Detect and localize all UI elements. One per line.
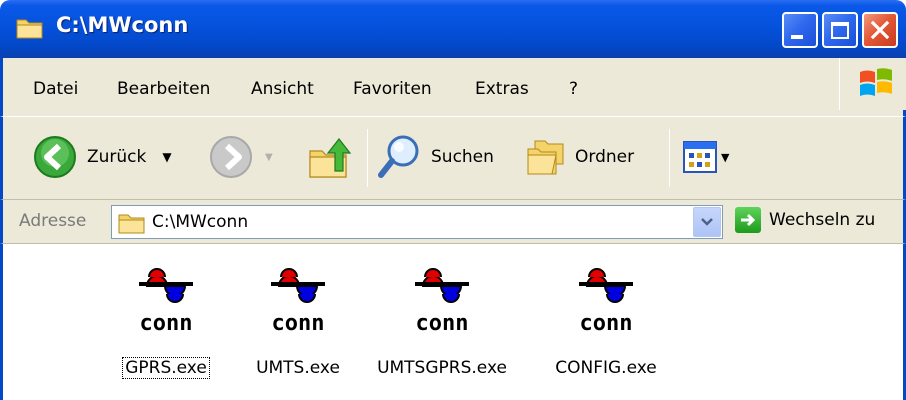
file-name: CONFIG.exe	[555, 358, 657, 378]
maximize-button[interactable]	[822, 12, 858, 48]
title-bar[interactable]: C:\MWconn	[0, 0, 906, 58]
views-icon	[683, 141, 717, 173]
menu-extras[interactable]: Extras	[475, 79, 529, 99]
up-folder-button[interactable]	[307, 133, 353, 181]
address-label: Adresse	[19, 211, 87, 231]
search-button[interactable]: Suchen	[377, 133, 494, 181]
address-value: C:\MWconn	[152, 212, 249, 232]
minimize-icon	[791, 35, 803, 39]
views-button[interactable]: ▼	[683, 141, 729, 173]
back-label: Zurück	[87, 147, 147, 167]
svg-text:conn: conn	[580, 311, 633, 336]
file-item[interactable]: conn UMTSGPRS.exe	[367, 260, 517, 390]
minimize-button[interactable]	[782, 12, 818, 48]
file-item[interactable]: conn GPRS.exe	[91, 260, 241, 390]
toolbar: Zurück ▼ ▼ Suchen Ordner ▼	[0, 116, 906, 200]
mwconn-app-icon: conn	[415, 268, 469, 336]
file-name: UMTSGPRS.exe	[377, 358, 507, 378]
svg-text:conn: conn	[416, 311, 469, 336]
menu-bearbeiten[interactable]: Bearbeiten	[117, 79, 210, 99]
back-arrow-icon	[34, 136, 76, 178]
svg-text:conn: conn	[140, 311, 193, 336]
folder-up-icon	[309, 138, 352, 178]
menu-bar: Datei Bearbeiten Ansicht Favoriten Extra…	[0, 58, 906, 116]
folder-icon	[16, 19, 43, 39]
go-arrow-icon	[735, 207, 761, 233]
address-bar: Adresse C:\MWconn Wechseln zu	[0, 200, 906, 244]
file-item[interactable]: conn CONFIG.exe	[531, 260, 681, 390]
folders-icon	[527, 140, 564, 175]
window-title: C:\MWconn	[56, 13, 189, 37]
views-dropdown-icon[interactable]: ▼	[721, 151, 729, 164]
svg-text:conn: conn	[272, 311, 325, 336]
address-input[interactable]: C:\MWconn	[111, 205, 723, 239]
menu-datei[interactable]: Datei	[33, 79, 78, 99]
folders-label: Ordner	[575, 147, 635, 167]
back-dropdown-icon[interactable]: ▼	[162, 150, 171, 164]
mwconn-app-icon: conn	[271, 268, 325, 336]
folder-icon	[118, 214, 145, 234]
forward-button[interactable]: ▼	[209, 135, 273, 179]
file-item[interactable]: conn UMTS.exe	[223, 260, 373, 390]
file-name: GPRS.exe	[122, 357, 210, 379]
mwconn-app-icon: conn	[139, 268, 193, 336]
maximize-icon	[831, 21, 849, 39]
toolbar-separator	[669, 129, 670, 187]
address-dropdown-button[interactable]	[693, 207, 721, 237]
menu-help[interactable]: ?	[569, 79, 578, 99]
windows-logo-area	[839, 58, 906, 110]
close-button[interactable]	[862, 12, 898, 48]
forward-arrow-icon	[210, 136, 252, 178]
search-label: Suchen	[431, 147, 494, 167]
file-name: UMTS.exe	[256, 358, 340, 378]
folders-button[interactable]: Ordner	[525, 135, 634, 179]
mwconn-app-icon: conn	[579, 268, 633, 336]
go-label: Wechseln zu	[769, 210, 876, 230]
chevron-down-icon	[701, 218, 713, 226]
back-button[interactable]: Zurück ▼	[33, 135, 172, 179]
search-icon	[378, 135, 419, 178]
file-list: conn GPRS.exe conn UMTS.exe conn UMTSGPR…	[0, 244, 906, 400]
menu-ansicht[interactable]: Ansicht	[251, 79, 314, 99]
windows-logo-icon	[860, 68, 892, 96]
close-icon	[870, 20, 890, 40]
go-button[interactable]: Wechseln zu	[735, 207, 875, 233]
forward-dropdown-icon[interactable]: ▼	[265, 152, 273, 163]
menu-favoriten[interactable]: Favoriten	[353, 79, 432, 99]
toolbar-separator	[367, 129, 368, 187]
